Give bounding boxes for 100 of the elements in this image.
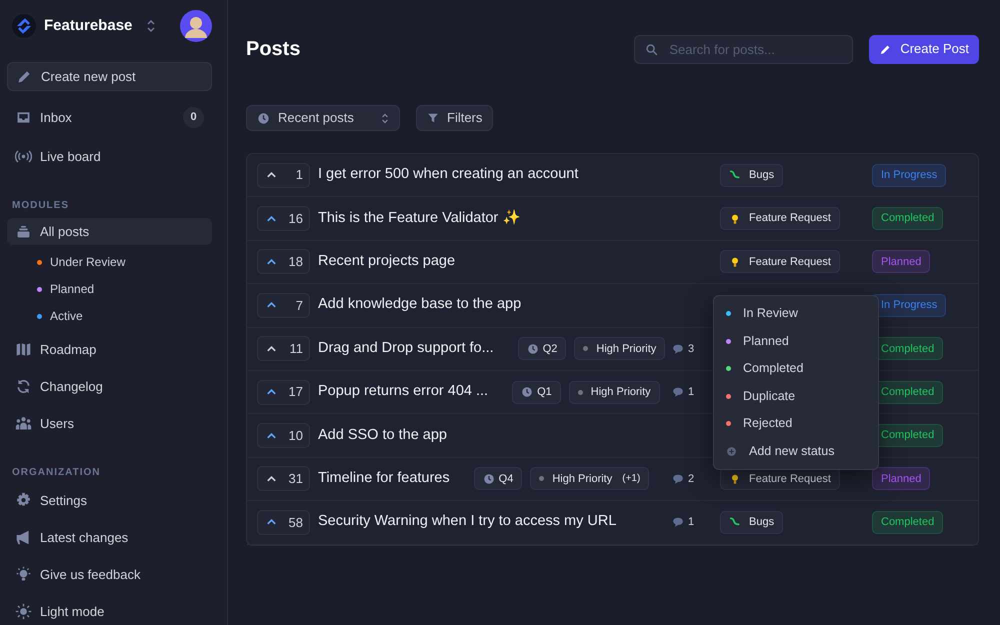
page-title: Posts <box>246 36 300 60</box>
refresh-icon <box>15 378 32 395</box>
map-icon <box>15 341 32 358</box>
chevron-up-icon <box>266 344 277 353</box>
lightbulb-icon <box>729 212 741 225</box>
filter-icon <box>427 112 439 124</box>
post-title[interactable]: Popup returns error 404 ... <box>318 381 488 404</box>
upvote-button[interactable]: 58 <box>257 510 310 535</box>
chat-bubble-icon <box>672 516 684 528</box>
category-tag: Feature Request <box>720 207 840 230</box>
comment-count: 1 <box>672 384 694 400</box>
chat-bubble-icon <box>672 386 684 398</box>
post-title[interactable]: Recent projects page <box>318 251 456 273</box>
sidebar-item[interactable]: Give us feedback <box>7 561 212 588</box>
broadcast-icon <box>15 148 32 165</box>
chevron-up-icon <box>266 214 277 223</box>
sidebar-item[interactable]: Inbox 0 <box>7 104 212 131</box>
sidebar-item[interactable]: Changelog <box>7 373 212 400</box>
upvote-button[interactable]: 16 <box>257 206 310 232</box>
menu-option[interactable]: In Review <box>726 300 866 328</box>
chevron-up-icon <box>266 301 277 310</box>
search-field[interactable]: Search for posts... <box>634 34 854 64</box>
filters-button[interactable]: Filters <box>416 105 494 131</box>
chevron-up-icon <box>266 474 277 483</box>
upvote-button[interactable]: 17 <box>257 380 310 405</box>
post-title[interactable]: Timeline for features <box>318 468 450 490</box>
sidebar-subitem[interactable]: Planned <box>7 279 212 299</box>
status-badge[interactable]: Completed <box>872 207 944 230</box>
menu-option[interactable]: Rejected <box>726 410 866 438</box>
status-badge[interactable]: In Progress <box>872 164 946 187</box>
comment-count: 1 <box>672 514 694 531</box>
eta-tag: Q1 <box>512 380 561 404</box>
search-icon <box>645 42 660 56</box>
add-status-option[interactable]: Add new status <box>726 438 866 465</box>
sidebar-item[interactable]: Latest changes <box>7 524 212 551</box>
eta-tag: Q2 <box>518 337 566 360</box>
sidebar-item[interactable]: Light mode <box>7 598 212 625</box>
chevron-up-icon <box>266 518 277 526</box>
category-tag: Bugs <box>720 164 784 187</box>
upvote-button[interactable]: 18 <box>257 249 310 274</box>
clock-icon <box>257 112 270 124</box>
upvote-button[interactable]: 1 <box>257 162 310 188</box>
post-title[interactable]: Add knowledge base to the app <box>318 294 522 316</box>
menu-option[interactable]: Planned <box>726 328 866 355</box>
comment-count: 2 <box>672 470 694 488</box>
status-badge[interactable]: Completed <box>872 510 944 534</box>
switcher-icon[interactable] <box>146 18 156 34</box>
sort-dropdown[interactable]: Recent posts <box>246 105 400 131</box>
eta-tag: Q4 <box>474 467 522 490</box>
clock-icon <box>482 472 495 485</box>
post-title[interactable]: I get error 500 when creating an account <box>318 164 578 186</box>
menu-option[interactable]: Completed <box>726 355 866 382</box>
section-heading: ORGANIZATION <box>11 466 102 480</box>
create-post-button[interactable]: Create new post <box>7 62 212 91</box>
plus-circle-icon <box>726 446 737 457</box>
upvote-button[interactable]: 7 <box>257 292 310 318</box>
chevron-updown-icon <box>381 112 389 124</box>
chat-bubble-icon <box>672 472 684 485</box>
menu-option[interactable]: Duplicate <box>726 382 866 410</box>
workspace-name: Featurebase <box>44 16 132 36</box>
lightbulb-icon <box>729 472 741 485</box>
chevron-up-icon <box>266 171 277 180</box>
post-title[interactable]: Add SSO to the app <box>318 424 447 446</box>
section-heading: MODULES <box>11 199 70 213</box>
avatar-icon[interactable] <box>180 10 212 42</box>
clock-icon <box>521 386 534 398</box>
lightbulb-icon <box>15 566 32 583</box>
chevron-up-icon <box>266 258 277 266</box>
count-badge: 0 <box>183 107 204 128</box>
logo-icon <box>12 14 36 38</box>
create-post-button[interactable]: Create Post <box>869 34 979 64</box>
sidebar-subitem[interactable]: Under Review <box>7 252 212 272</box>
sidebar-item[interactable]: Roadmap <box>7 336 212 363</box>
chevron-up-icon <box>266 432 277 440</box>
sidebar-item[interactable]: All posts <box>7 218 212 245</box>
sun-icon <box>15 603 32 620</box>
upvote-button[interactable]: 10 <box>257 423 310 448</box>
category-tag: Bugs <box>720 510 784 534</box>
upvote-button[interactable]: 31 <box>257 466 310 492</box>
comment-count: 3 <box>672 340 694 357</box>
bug-icon <box>729 169 741 182</box>
sidebar-item[interactable]: Settings <box>7 487 212 514</box>
upvote-button[interactable]: 11 <box>257 336 310 362</box>
clock-icon <box>526 342 539 355</box>
chevron-up-icon <box>266 388 277 396</box>
priority-tag: High Priority <box>568 380 660 404</box>
chat-bubble-icon <box>672 342 684 355</box>
priority-tag: High Priority <box>574 337 666 360</box>
priority-tag: High Priority (+1) <box>530 467 650 490</box>
bug-icon <box>729 516 741 528</box>
stack-icon <box>15 223 32 240</box>
status-badge[interactable]: In Progress <box>872 294 946 317</box>
post-title[interactable]: Drag and Drop support fo... <box>318 338 494 360</box>
sidebar-item[interactable]: Users <box>7 410 212 437</box>
category-tag: Feature Request <box>720 250 840 274</box>
sidebar-subitem[interactable]: Active <box>7 306 212 326</box>
users-icon <box>15 415 32 432</box>
sidebar-item[interactable]: Live board <box>7 143 212 170</box>
post-title[interactable]: This is the Feature Validator ✨ <box>318 208 520 230</box>
post-title[interactable]: Security Warning when I try to access my URL <box>318 511 616 534</box>
